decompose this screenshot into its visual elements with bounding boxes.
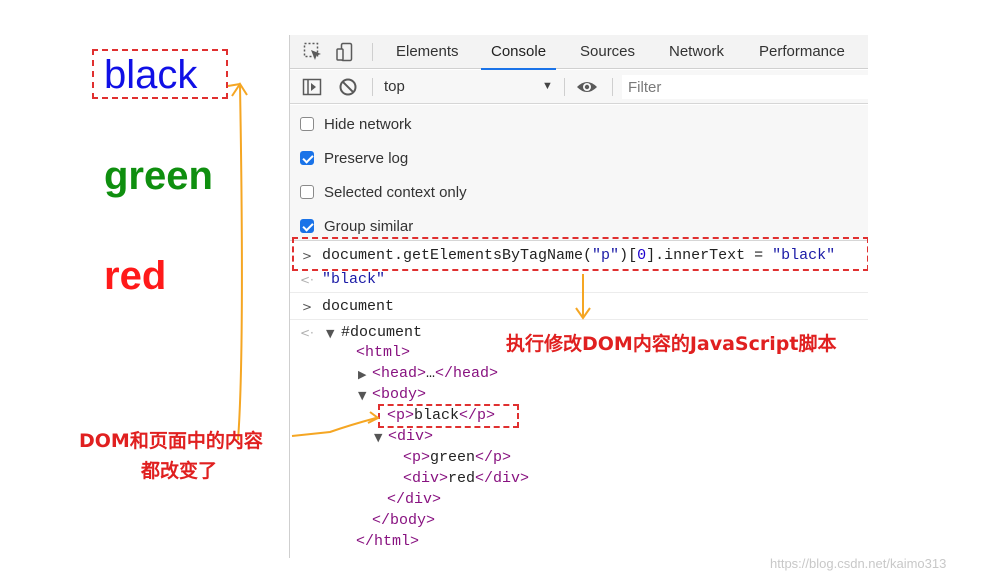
tab-sources[interactable]: Sources [580, 35, 635, 69]
toolbar-separator [564, 78, 565, 96]
prompt-chevron-icon: > [302, 300, 313, 314]
device-toolbar-icon[interactable] [334, 41, 356, 63]
result-text: #document [341, 324, 423, 341]
dom-node-p-green[interactable]: <p>green</p> [403, 448, 511, 468]
checkbox-checked[interactable] [300, 219, 314, 233]
devtools-panel: Elements Console Sources Network Perform… [289, 35, 868, 558]
show-sidebar-icon[interactable] [302, 77, 324, 99]
arrowhead [231, 82, 248, 97]
arrow-note-to-page [237, 85, 243, 441]
tab-console[interactable]: Console [480, 35, 557, 70]
dom-node-html-close: </html> [356, 533, 420, 550]
tab-elements[interactable]: Elements [396, 35, 459, 69]
option-selected-context-only[interactable]: Selected context only [300, 182, 467, 202]
devtools-tab-bar: Elements Console Sources Network Perform… [290, 35, 868, 70]
inspect-element-icon[interactable] [302, 41, 324, 63]
option-group-similar[interactable]: Group similar [300, 216, 413, 236]
command-text: document [322, 298, 395, 315]
option-label: Hide network [324, 115, 412, 133]
console-settings: Hide network Preserve log Selected conte… [290, 105, 868, 241]
checkbox[interactable] [300, 185, 314, 199]
tab-separator [372, 43, 373, 61]
dom-change-annotation-line2: 都改变了 [141, 460, 218, 482]
console-command-line-2[interactable]: > document [290, 297, 868, 317]
result-text: "black" [322, 271, 386, 288]
dom-node-div-close: </div> [387, 491, 442, 508]
option-label: Group similar [324, 217, 414, 235]
context-selector[interactable]: top [384, 70, 405, 104]
console-divider [290, 292, 868, 293]
filter-input[interactable] [622, 75, 868, 99]
checkbox-checked[interactable] [300, 151, 314, 165]
tab-performance[interactable]: Performance [759, 35, 845, 69]
arrow-stub [227, 83, 241, 87]
expand-triangle-icon[interactable]: ▼ [326, 324, 334, 344]
dom-node-html[interactable]: <html> [356, 343, 410, 363]
option-hide-network[interactable]: Hide network [300, 114, 412, 134]
highlight-box-command [292, 237, 868, 271]
console-toolbar: top ▼ [290, 70, 868, 104]
toolbar-separator [372, 78, 373, 96]
return-arrow-icon: <· [300, 326, 314, 340]
watermark: https://blog.csdn.net/kaimo313 [770, 556, 947, 571]
eye-icon[interactable] [576, 77, 598, 99]
toolbar-separator [612, 78, 613, 96]
page-text-red: red [104, 254, 167, 298]
script-annotation: 执行修改DOM内容的JavaScript脚本 [506, 333, 837, 355]
expand-triangle-icon[interactable]: ▼ [374, 428, 382, 448]
expand-triangle-icon[interactable]: ▶ [358, 365, 366, 385]
expand-triangle-icon[interactable]: ▼ [358, 386, 366, 406]
checkbox[interactable] [300, 117, 314, 131]
dom-node-body-close: </body> [372, 512, 436, 529]
highlight-box-black [92, 49, 228, 99]
console-divider [290, 319, 868, 320]
dom-change-annotation-line1: DOM和页面中的内容 [79, 430, 263, 452]
chevron-down-icon[interactable]: ▼ [542, 80, 553, 92]
option-label: Selected context only [324, 183, 467, 201]
highlight-box-dom-node [378, 404, 519, 428]
clear-console-icon[interactable] [338, 77, 360, 99]
return-arrow-icon: <· [300, 273, 314, 287]
option-preserve-log[interactable]: Preserve log [300, 148, 408, 168]
tab-network[interactable]: Network [669, 35, 724, 69]
dom-node-div-red[interactable]: <div>red</div> [403, 469, 529, 489]
console-result-line: <· "black" [290, 270, 868, 290]
option-label: Preserve log [324, 149, 409, 167]
page-text-green: green [104, 154, 213, 198]
